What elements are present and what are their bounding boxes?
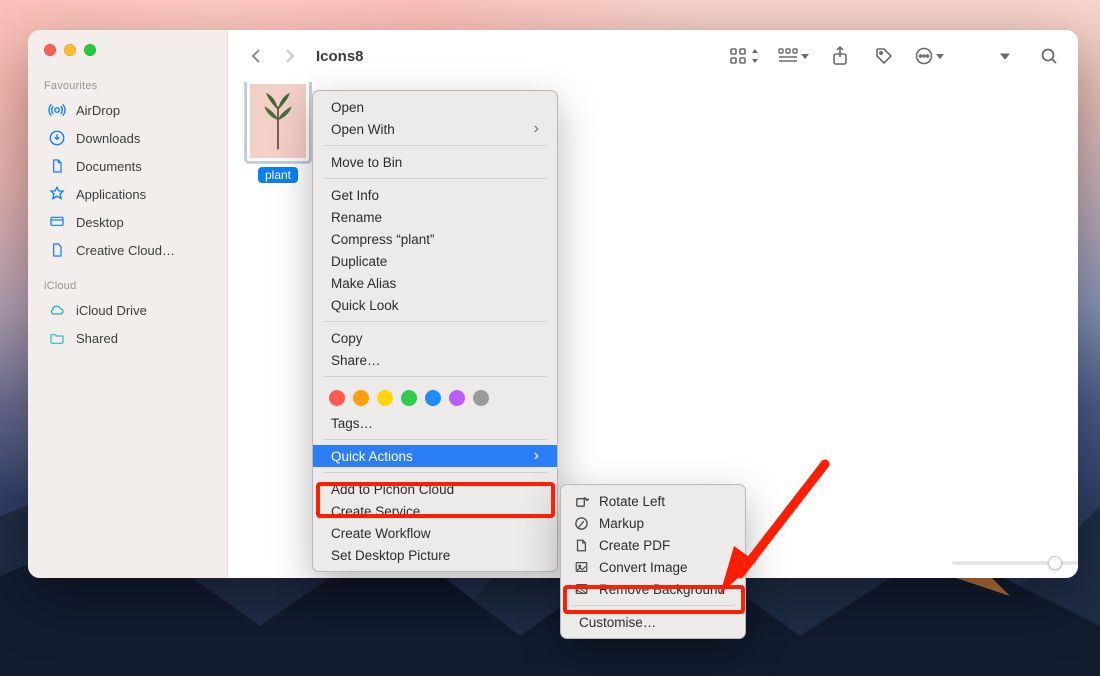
- menu-quick-actions[interactable]: Quick Actions: [313, 445, 557, 467]
- sidebar-item-label: Applications: [76, 187, 146, 202]
- menu-copy[interactable]: Copy: [313, 327, 557, 349]
- menu-create-service[interactable]: Create Service: [313, 500, 557, 522]
- menu-quick-look[interactable]: Quick Look: [313, 294, 557, 316]
- file-icon: [48, 241, 66, 259]
- menu-create-workflow[interactable]: Create Workflow: [313, 522, 557, 544]
- sidebar-item-label: Creative Cloud…: [76, 243, 175, 258]
- submenu-create-pdf[interactable]: Create PDF: [561, 534, 745, 556]
- sidebar-item-label: Documents: [76, 159, 142, 174]
- sidebar-item-downloads[interactable]: Downloads: [34, 124, 221, 152]
- sidebar-item-applications[interactable]: Applications: [34, 180, 221, 208]
- markup-icon: [573, 515, 589, 531]
- search-button[interactable]: [1036, 43, 1062, 69]
- menu-rename[interactable]: Rename: [313, 206, 557, 228]
- shared-folder-icon: [48, 329, 66, 347]
- window-controls: [28, 44, 227, 74]
- menu-add-pichon[interactable]: Add to Pichon Cloud: [313, 478, 557, 500]
- downloads-icon: [48, 129, 66, 147]
- menu-open[interactable]: Open: [313, 96, 557, 118]
- context-menu: Open Open With Move to Bin Get Info Rena…: [312, 90, 558, 572]
- submenu-markup[interactable]: Markup: [561, 512, 745, 534]
- sidebar-item-icloud-drive[interactable]: iCloud Drive: [34, 296, 221, 324]
- share-button[interactable]: [827, 43, 853, 69]
- tag-yellow[interactable]: [377, 390, 393, 406]
- sidebar-group-favourites: Favourites: [28, 74, 227, 96]
- menu-compress[interactable]: Compress “plant”: [313, 228, 557, 250]
- window-title: Icons8: [316, 48, 364, 65]
- sidebar-item-label: Desktop: [76, 215, 124, 230]
- view-mode-button[interactable]: [729, 43, 760, 69]
- action-menu-button[interactable]: [915, 43, 944, 69]
- minimize-icon[interactable]: [64, 44, 76, 56]
- file-item[interactable]: plant: [234, 82, 322, 184]
- icloud-icon: [48, 301, 66, 319]
- sidebar-item-label: Shared: [76, 331, 118, 346]
- sidebar-item-label: Downloads: [76, 131, 140, 146]
- sidebar-item-label: AirDrop: [76, 103, 120, 118]
- group-by-button[interactable]: [778, 43, 809, 69]
- sidebar-item-desktop[interactable]: Desktop: [34, 208, 221, 236]
- sidebar-item-shared[interactable]: Shared: [34, 324, 221, 352]
- menu-tags[interactable]: Tags…: [313, 412, 557, 434]
- toolbar: Icons8: [228, 30, 1078, 82]
- nav-forward-button[interactable]: [278, 44, 302, 68]
- submenu-rotate-left[interactable]: Rotate Left: [561, 490, 745, 512]
- icon-size-slider[interactable]: [952, 554, 1062, 572]
- submenu-remove-background[interactable]: Remove Background: [561, 578, 745, 600]
- create-pdf-icon: [573, 537, 589, 553]
- tag-grey[interactable]: [473, 390, 489, 406]
- airdrop-icon: [48, 101, 66, 119]
- menu-set-desktop-picture[interactable]: Set Desktop Picture: [313, 544, 557, 566]
- menu-make-alias[interactable]: Make Alias: [313, 272, 557, 294]
- tag-blue[interactable]: [425, 390, 441, 406]
- menu-share[interactable]: Share…: [313, 349, 557, 371]
- menu-open-with[interactable]: Open With: [313, 118, 557, 140]
- sidebar-item-creative-cloud[interactable]: Creative Cloud…: [34, 236, 221, 264]
- submenu-customise[interactable]: Customise…: [561, 611, 745, 633]
- convert-image-icon: [573, 559, 589, 575]
- nav-back-button[interactable]: [244, 44, 268, 68]
- menu-get-info[interactable]: Get Info: [313, 184, 557, 206]
- zoom-icon[interactable]: [84, 44, 96, 56]
- menu-tag-colors[interactable]: [313, 382, 557, 412]
- documents-icon: [48, 157, 66, 175]
- apps-icon: [48, 185, 66, 203]
- menu-move-to-bin[interactable]: Move to Bin: [313, 151, 557, 173]
- quick-actions-submenu: Rotate Left Markup Create PDF Convert Im…: [560, 484, 746, 639]
- sidebar: Favourites AirDrop Downloads Documents A…: [28, 30, 228, 578]
- rotate-left-icon: [573, 493, 589, 509]
- overflow-chevron[interactable]: [992, 43, 1018, 69]
- sidebar-item-documents[interactable]: Documents: [34, 152, 221, 180]
- tag-purple[interactable]: [449, 390, 465, 406]
- file-name-label[interactable]: plant: [258, 167, 298, 183]
- submenu-convert-image[interactable]: Convert Image: [561, 556, 745, 578]
- menu-duplicate[interactable]: Duplicate: [313, 250, 557, 272]
- close-icon[interactable]: [44, 44, 56, 56]
- sidebar-group-icloud: iCloud: [28, 274, 227, 296]
- sidebar-item-airdrop[interactable]: AirDrop: [34, 96, 221, 124]
- tag-green[interactable]: [401, 390, 417, 406]
- tag-orange[interactable]: [353, 390, 369, 406]
- desktop-icon: [48, 213, 66, 231]
- remove-background-icon: [573, 581, 589, 597]
- sidebar-item-label: iCloud Drive: [76, 303, 147, 318]
- tags-button[interactable]: [871, 43, 897, 69]
- file-thumbnail[interactable]: [247, 82, 309, 161]
- tag-red[interactable]: [329, 390, 345, 406]
